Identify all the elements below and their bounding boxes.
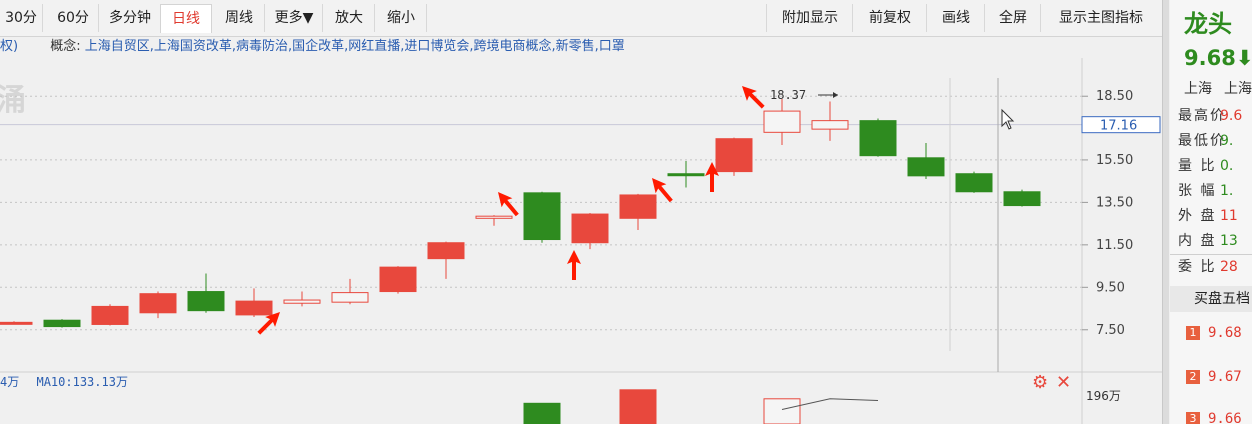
- stat-key: 内 盘: [1178, 233, 1217, 249]
- candle-body: [955, 173, 993, 193]
- market-label: 上海: [1184, 81, 1212, 97]
- volume-bar: [619, 389, 657, 424]
- candle-body: [1003, 191, 1041, 207]
- tab-60min[interactable]: 60分: [48, 4, 99, 32]
- y-tick-label: 13.50: [1096, 195, 1133, 210]
- stat-value: 9.: [1220, 133, 1234, 149]
- stat-value: 1.: [1220, 183, 1234, 199]
- stat-value: 9.6: [1220, 108, 1243, 124]
- forward-adjust-button[interactable]: 前复权: [852, 4, 927, 32]
- candle-body: [619, 194, 657, 219]
- order-book-price: 9.66: [1208, 411, 1242, 424]
- period-toolbar: 30分 60分 多分钟 日线 周线 更多▼ 放大 缩小 附加显示 前复权 画线 …: [0, 0, 1162, 37]
- zoom-out-button[interactable]: 缩小: [376, 4, 427, 32]
- order-book-price: 9.67: [1208, 369, 1242, 385]
- zoom-in-button[interactable]: 放大: [324, 4, 375, 32]
- stat-key: 外 盘: [1178, 208, 1217, 224]
- candle-body: [811, 120, 849, 130]
- candle-body: [907, 157, 945, 177]
- concept-line: 权) 概念: 上海自贸区,上海国资改革,病毒防治,国企改革,网红直播,进口博览会…: [0, 36, 625, 58]
- volume-legend: 4万 MA10:133.13万: [0, 372, 128, 392]
- stat-value: 11: [1220, 208, 1238, 224]
- show-main-indicator-button[interactable]: 显示主图指标: [1040, 4, 1161, 32]
- stat-key: 张 幅: [1178, 183, 1217, 199]
- high-price-annotation: 18.37: [770, 88, 806, 102]
- order-book-title: 买盘五档: [1170, 286, 1252, 312]
- y-tick-label: 11.50: [1096, 238, 1133, 253]
- y-tick-label: 18.50: [1096, 89, 1133, 104]
- kline-chart[interactable]: 涌 18.5015.5013.5011.509.507.5017.16196万 …: [0, 58, 1162, 424]
- stat-row: 最高价 9.6: [1170, 104, 1252, 129]
- candle-body: [331, 292, 369, 303]
- quote-panel: 龙头 9.68⬇ 上海 上海 最高价 9.6 最低价 9. 量 比 0. 张 幅 1. 外…: [1170, 0, 1252, 424]
- volume-bar: [523, 402, 561, 424]
- concept-prefix: 权): [0, 39, 19, 54]
- stat-key: 最低价: [1178, 133, 1226, 149]
- candle-body: [91, 305, 129, 325]
- order-book-price: 9.68: [1208, 325, 1242, 341]
- concept-value[interactable]: 上海自贸区,上海国资改革,病毒防治,国企改革,网红直播,进口博览会,跨境电商概念…: [85, 39, 625, 54]
- tab-daily[interactable]: 日线: [160, 4, 212, 33]
- y-tick-label: 7.50: [1096, 323, 1125, 338]
- candle-body: [43, 319, 81, 328]
- order-book-row: 2 9.67: [1170, 364, 1252, 390]
- candle-body: [235, 300, 273, 316]
- stat-key: 量 比: [1178, 158, 1217, 174]
- draw-line-button[interactable]: 画线: [926, 4, 985, 32]
- stock-price: 9.68⬇: [1184, 46, 1252, 70]
- stat-key: 委 比: [1178, 259, 1217, 275]
- stats-list: 最高价 9.6 最低价 9. 量 比 0. 张 幅 1. 外 盘 11 内 盘 13 委 比…: [1170, 104, 1252, 280]
- volume-axis-label: 196万: [1086, 389, 1121, 403]
- volume-legend-prefix: 4万: [0, 375, 20, 389]
- market-label: 上海: [1224, 81, 1252, 97]
- order-book-index: 2: [1186, 370, 1200, 384]
- stat-row: 外 盘 11: [1170, 204, 1252, 229]
- volume-ma10: MA10:133.13万: [36, 375, 128, 389]
- tab-multi-minute[interactable]: 多分钟: [100, 4, 161, 32]
- order-book-index: 1: [1186, 326, 1200, 340]
- candle-body: [715, 138, 753, 173]
- market-labels: 上海 上海: [1184, 78, 1252, 98]
- stat-row: 量 比 0.: [1170, 154, 1252, 179]
- tab-30min[interactable]: 30分: [0, 4, 43, 32]
- y-tick-label: 15.50: [1096, 153, 1133, 168]
- stat-row: 委 比 28: [1170, 254, 1252, 280]
- candle-body: [427, 242, 465, 260]
- candle-body: [379, 266, 417, 293]
- concept-label: 概念:: [50, 39, 81, 54]
- current-price-label: 17.16: [1100, 119, 1137, 134]
- gear-icon[interactable]: ⚙: [1032, 374, 1048, 392]
- order-book-index: 3: [1186, 412, 1200, 424]
- fullscreen-button[interactable]: 全屏: [984, 4, 1041, 32]
- candle-body: [139, 293, 177, 314]
- order-book-row: 3 9.66: [1170, 406, 1252, 424]
- stat-key: 最高价: [1178, 108, 1226, 124]
- stat-value: 28: [1220, 259, 1238, 275]
- candle-body: [763, 110, 801, 133]
- candle-body: [571, 213, 609, 244]
- panel-divider[interactable]: [1162, 0, 1169, 424]
- volume-bar: [763, 398, 801, 424]
- tab-more-dropdown[interactable]: 更多▼: [266, 4, 323, 32]
- order-book-row: 1 9.68: [1170, 320, 1252, 346]
- add-display-button[interactable]: 附加显示: [766, 4, 853, 32]
- candle-body: [475, 215, 513, 219]
- candle-body: [187, 291, 225, 312]
- candle-body: [667, 173, 705, 177]
- candle-body: [523, 192, 561, 241]
- candle-body: [0, 321, 33, 325]
- stat-value: 13: [1220, 233, 1238, 249]
- tab-weekly[interactable]: 周线: [214, 4, 265, 32]
- close-icon[interactable]: ✕: [1056, 374, 1071, 392]
- stat-row: 张 幅 1.: [1170, 179, 1252, 204]
- stat-row: 最低价 9.: [1170, 129, 1252, 154]
- y-tick-label: 9.50: [1096, 280, 1125, 295]
- stat-row: 内 盘 13: [1170, 229, 1252, 254]
- stat-value: 0.: [1220, 158, 1234, 174]
- chart-watermark: 涌: [0, 83, 26, 118]
- candle-body: [859, 120, 897, 157]
- candle-body: [283, 299, 321, 304]
- stock-name: 龙头: [1184, 10, 1232, 38]
